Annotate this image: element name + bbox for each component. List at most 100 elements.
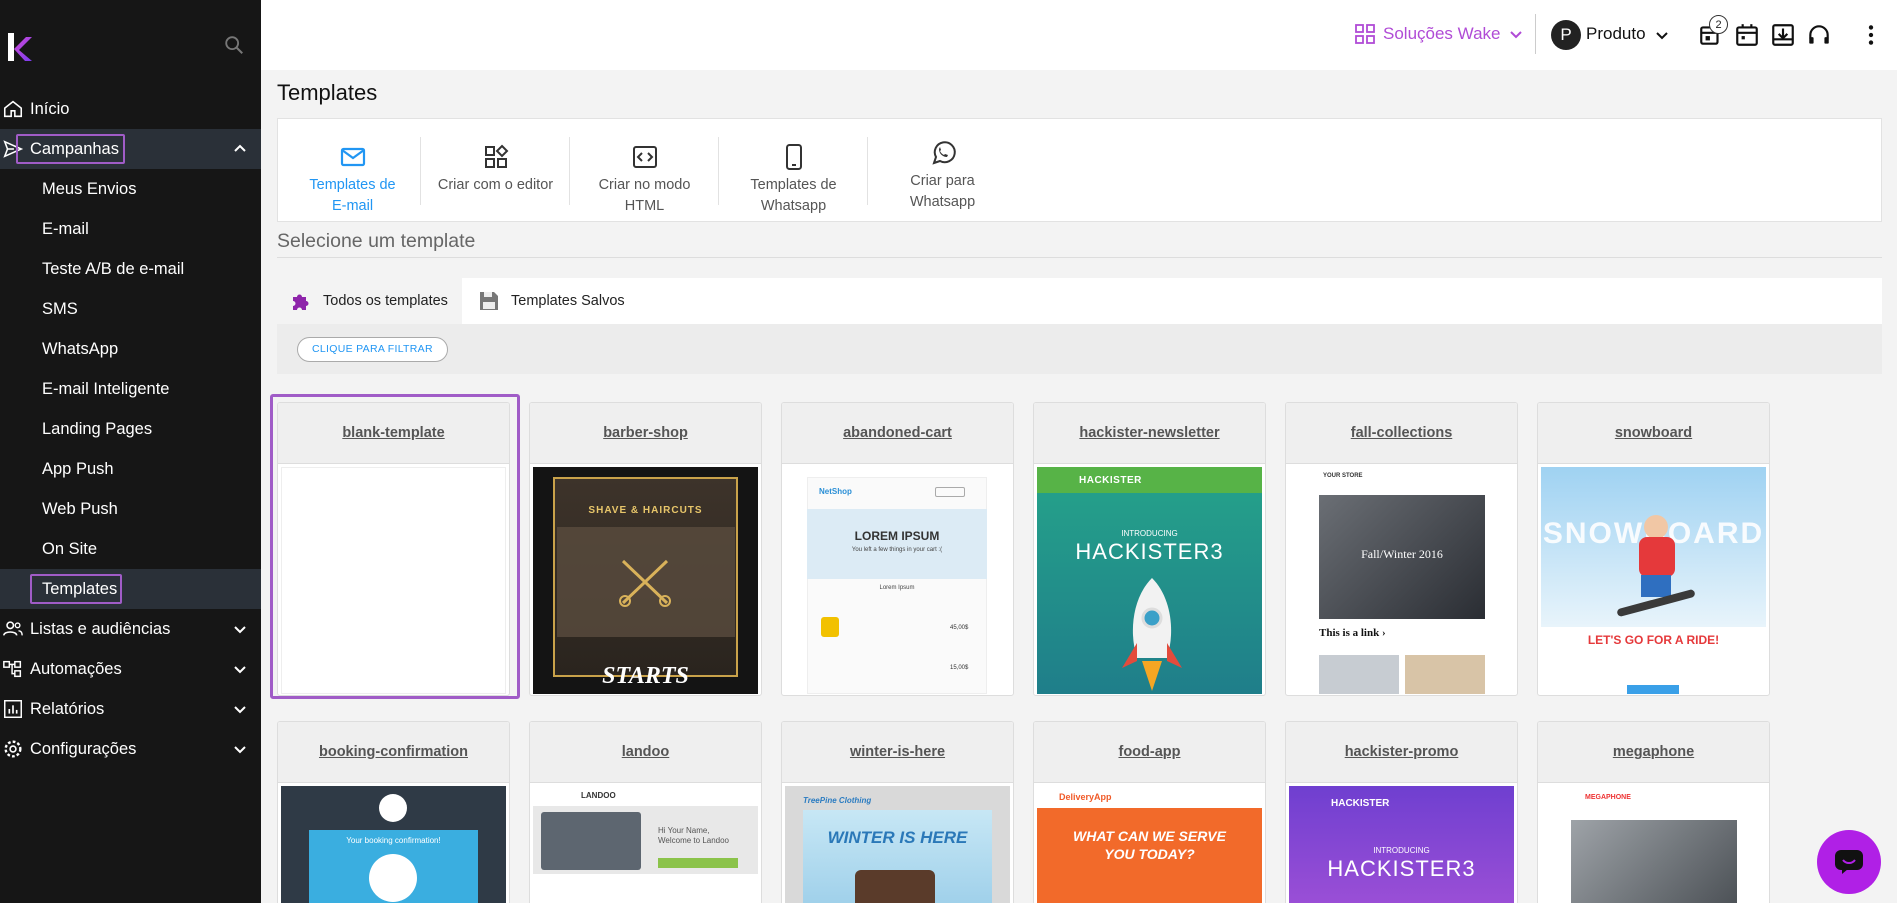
wake-logo[interactable] — [8, 33, 32, 61]
tab-label: Templates Salvos — [511, 293, 625, 309]
chevron-down-icon[interactable] — [232, 621, 248, 637]
profile-label[interactable]: Produto — [1586, 24, 1646, 44]
apps-grid-icon — [1355, 24, 1375, 44]
highlight-templates — [30, 574, 122, 604]
template-card-hackister-promo[interactable]: hackister-promo HACKISTER INTRODUCING HA… — [1285, 721, 1518, 903]
template-name[interactable]: barber-shop — [530, 403, 761, 464]
template-card-winter-is-here[interactable]: winter-is-here TreePine Clothing WINTER … — [781, 721, 1014, 903]
sub-teste-ab[interactable]: Teste A/B de e-mail — [0, 249, 261, 289]
template-card-snowboard[interactable]: snowboard SNOWBOARD LET'S GO FOR A RIDE! — [1537, 402, 1770, 696]
template-card-food-app[interactable]: food-app DeliveryApp WHAT CAN WE SERVE Y… — [1033, 721, 1266, 903]
template-tabs: Todos os templates Templates Salvos — [277, 278, 1882, 324]
chevron-down-icon[interactable] — [232, 701, 248, 717]
template-name[interactable]: winter-is-here — [782, 722, 1013, 783]
avatar[interactable]: P — [1551, 20, 1581, 50]
template-card-landoo[interactable]: landoo LANDOO Hi Your Name, Welcome to L… — [529, 721, 762, 903]
sub-landing-pages[interactable]: Landing Pages — [0, 409, 261, 449]
template-name[interactable]: food-app — [1034, 722, 1265, 783]
tool-email-templates[interactable]: Templates de E-mail — [278, 119, 427, 223]
chevron-down-icon[interactable] — [232, 741, 248, 757]
template-name[interactable]: fall-collections — [1286, 403, 1517, 464]
tool-create-whatsapp[interactable]: Criar para Whatsapp — [868, 119, 1017, 223]
nav-configuracoes[interactable]: Configurações — [0, 729, 261, 769]
solutions-dropdown[interactable]: Soluções Wake — [1355, 22, 1524, 46]
sub-sms[interactable]: SMS — [0, 289, 261, 329]
thumb-text: Fall/Winter 2016 — [1361, 547, 1443, 561]
tab-all-templates[interactable]: Todos os templates — [277, 278, 462, 324]
chat-button[interactable] — [1817, 830, 1881, 894]
chevron-down-icon — [1510, 31, 1523, 39]
filter-button[interactable]: CLIQUE PARA FILTRAR — [297, 337, 448, 362]
template-thumbnail: SNOWBOARD LET'S GO FOR A RIDE! — [1541, 467, 1766, 694]
scissors-icon — [619, 559, 671, 607]
nav-label: Configurações — [30, 740, 137, 758]
sub-meus-envios[interactable]: Meus Envios — [0, 169, 261, 209]
template-name[interactable]: hackister-newsletter — [1034, 403, 1265, 464]
thumb-text: You left a few things in your cart :( — [851, 547, 943, 553]
nav-listas[interactable]: Listas e audiências — [0, 609, 261, 649]
template-name[interactable]: landoo — [530, 722, 761, 783]
thumb-text: HACKISTER3 — [1075, 539, 1224, 564]
search-icon[interactable] — [223, 34, 245, 56]
template-thumbnail: HACKISTER INTRODUCING HACKISTER3 — [1037, 467, 1262, 694]
tab-label: Todos os templates — [323, 293, 448, 309]
thumb-text: YOU TODAY? — [1104, 846, 1195, 862]
template-name[interactable]: hackister-promo — [1286, 722, 1517, 783]
sidebar: Início Campanhas Meus Envios E-mail Test… — [0, 0, 261, 903]
template-name[interactable]: snowboard — [1538, 403, 1769, 464]
thumb-text: SHAVE & HAIRCUTS — [588, 505, 703, 516]
solutions-label: Soluções Wake — [1383, 24, 1501, 43]
thumb-text: Lorem Ipsum — [879, 585, 915, 591]
mail-icon — [340, 147, 365, 167]
nav-automacoes[interactable]: Automações — [0, 649, 261, 689]
headset-icon[interactable] — [1806, 22, 1832, 48]
thumb-text: MEGAPHONE — [1585, 794, 1631, 801]
template-card-fall-collections[interactable]: fall-collections YOUR STORE Fall/Winter … — [1285, 402, 1518, 696]
template-thumbnail: DeliveryApp WHAT CAN WE SERVE YOU TODAY? — [1037, 786, 1262, 903]
template-card-booking-confirmation[interactable]: booking-confirmation Your booking confir… — [277, 721, 510, 903]
sub-label: WhatsApp — [42, 340, 119, 358]
chevron-down-icon[interactable] — [1654, 27, 1670, 43]
template-tools-panel: Templates de E-mail Criar com o editor C… — [277, 118, 1882, 222]
tool-create-editor[interactable]: Criar com o editor — [421, 119, 570, 223]
highlight-campanhas — [16, 134, 125, 164]
sub-app-push[interactable]: App Push — [0, 449, 261, 489]
tab-saved-templates[interactable]: Templates Salvos — [465, 278, 637, 324]
chat-icon — [1835, 850, 1863, 874]
phone-icon — [785, 144, 802, 170]
nav-relatorios[interactable]: Relatórios — [0, 689, 261, 729]
tool-whatsapp-templates[interactable]: Templates de Whatsapp — [719, 119, 868, 223]
section-title: Selecione um template — [277, 230, 476, 252]
calendar-icon[interactable] — [1734, 22, 1760, 48]
download-tray-icon[interactable] — [1770, 22, 1796, 48]
page-title: Templates — [277, 80, 378, 105]
sub-email-inteligente[interactable]: E-mail Inteligente — [0, 369, 261, 409]
chevron-down-icon[interactable] — [232, 661, 248, 677]
template-card-megaphone[interactable]: megaphone MEGAPHONE — [1537, 721, 1770, 903]
people-icon — [3, 621, 23, 636]
tool-label: Criar para — [910, 173, 975, 189]
sub-whatsapp[interactable]: WhatsApp — [0, 329, 261, 369]
thumb-text: WHAT CAN WE SERVE — [1073, 828, 1226, 844]
template-name[interactable]: abandoned-cart — [782, 403, 1013, 464]
sub-on-site[interactable]: On Site — [0, 529, 261, 569]
automation-icon — [3, 660, 22, 678]
template-name[interactable]: megaphone — [1538, 722, 1769, 783]
tool-create-html[interactable]: Criar no modo HTML — [570, 119, 719, 223]
template-card-abandoned-cart[interactable]: abandoned-cart NetShop LOREM IPSUM You l… — [781, 402, 1014, 696]
more-vert-icon[interactable] — [1858, 22, 1884, 48]
sub-email[interactable]: E-mail — [0, 209, 261, 249]
thumb-text: Welcome to Landoo — [658, 836, 730, 845]
template-card-barber-shop[interactable]: barber-shop SHAVE & HAIRCUTS STARTS — [529, 402, 762, 696]
nav-inicio[interactable]: Início — [0, 89, 261, 129]
editor-blocks-icon — [484, 144, 508, 168]
sub-label: E-mail Inteligente — [42, 380, 170, 398]
template-name[interactable]: booking-confirmation — [278, 722, 509, 783]
chevron-up-icon[interactable] — [232, 141, 248, 157]
template-card-hackister-newsletter[interactable]: hackister-newsletter HACKISTER INTRODUCI… — [1033, 402, 1266, 696]
thumb-text: YOUR STORE — [1323, 473, 1363, 479]
sub-web-push[interactable]: Web Push — [0, 489, 261, 529]
thumb-text: WINTER IS HERE — [827, 828, 968, 847]
top-bar — [261, 0, 1897, 70]
template-thumbnail: SHAVE & HAIRCUTS STARTS — [533, 467, 758, 694]
